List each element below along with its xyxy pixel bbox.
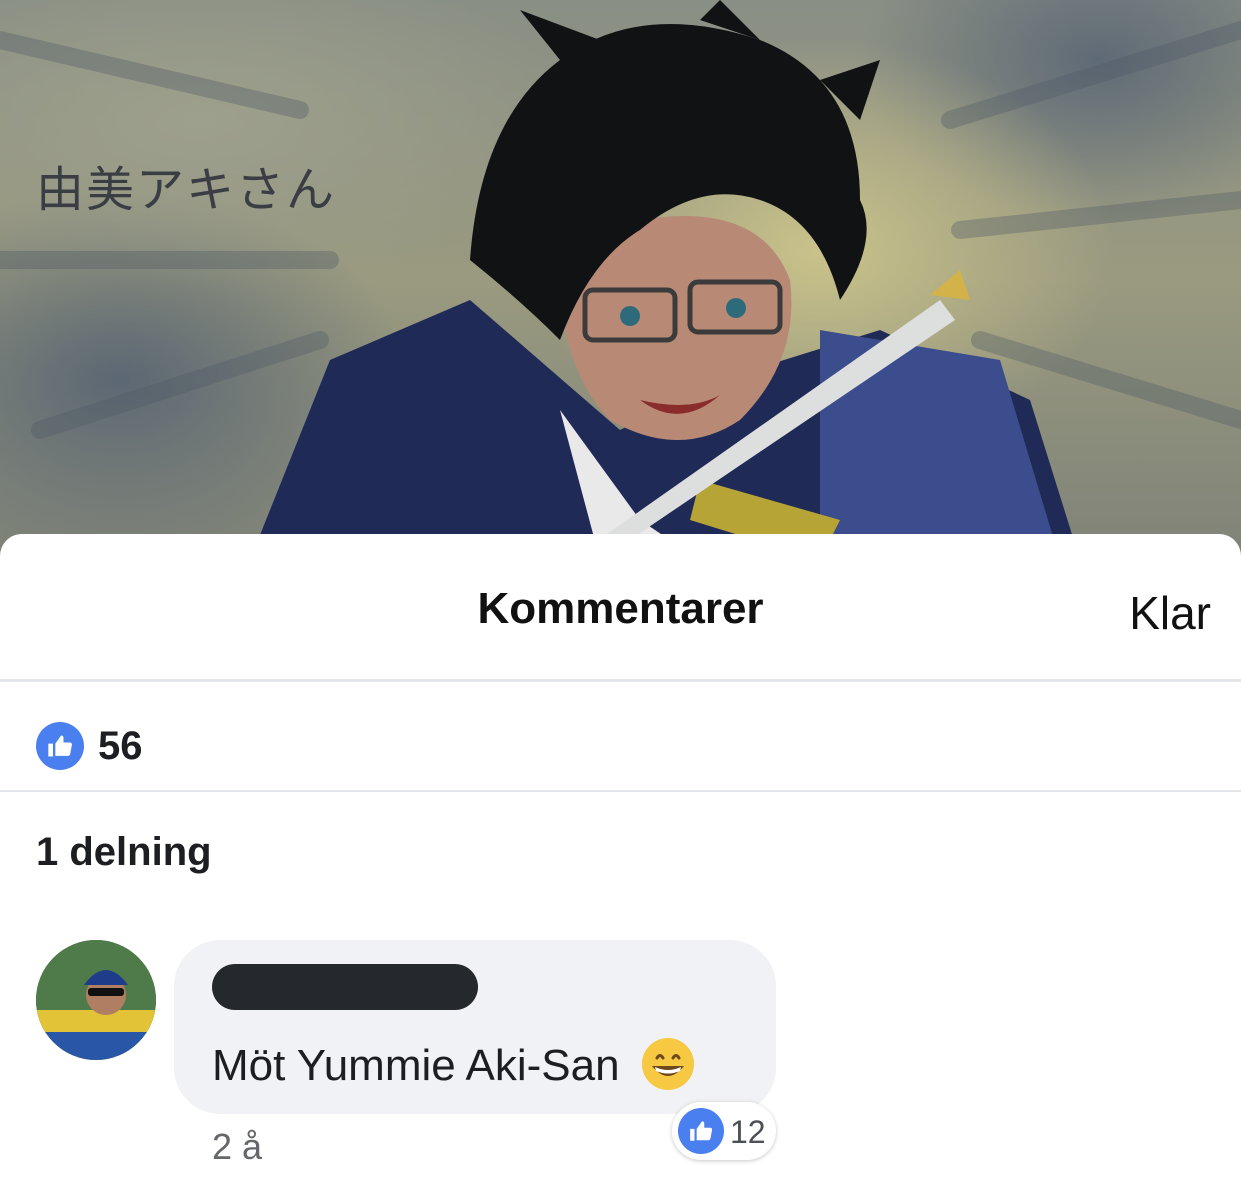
avatar[interactable]: [36, 940, 156, 1060]
shares-count[interactable]: 1 delning: [36, 830, 212, 875]
artwork-caption: 由美アキさん: [36, 162, 337, 218]
sheet-title: Kommentarer: [477, 584, 764, 633]
post-image-background: 由美アキさん: [0, 0, 1241, 560]
comment-timestamp: 2 å: [212, 1126, 263, 1167]
anime-illustration: [0, 0, 1241, 560]
redacted-author-name: [212, 964, 478, 1010]
grinning-face-icon: [641, 1038, 694, 1090]
sheet-header: Kommentarer Klar: [0, 534, 1241, 682]
comment-bubble[interactable]: Möt Yummie Aki-San: [174, 940, 776, 1114]
comment-body: Möt Yummie Aki-San: [212, 1041, 620, 1090]
reaction-count: 12: [730, 1114, 766, 1150]
likes-summary[interactable]: 56: [0, 682, 1241, 792]
comment-text: Möt Yummie Aki-San: [212, 1036, 696, 1092]
comments-sheet: Kommentarer Klar 56 1 delning Möt Yummie…: [0, 534, 1241, 1179]
likes-count: 56: [98, 724, 143, 768]
comment-reactions[interactable]: 12: [672, 1102, 776, 1160]
like-icon: [678, 1108, 724, 1154]
like-icon: [36, 722, 84, 770]
done-button[interactable]: Klar: [1129, 586, 1211, 640]
